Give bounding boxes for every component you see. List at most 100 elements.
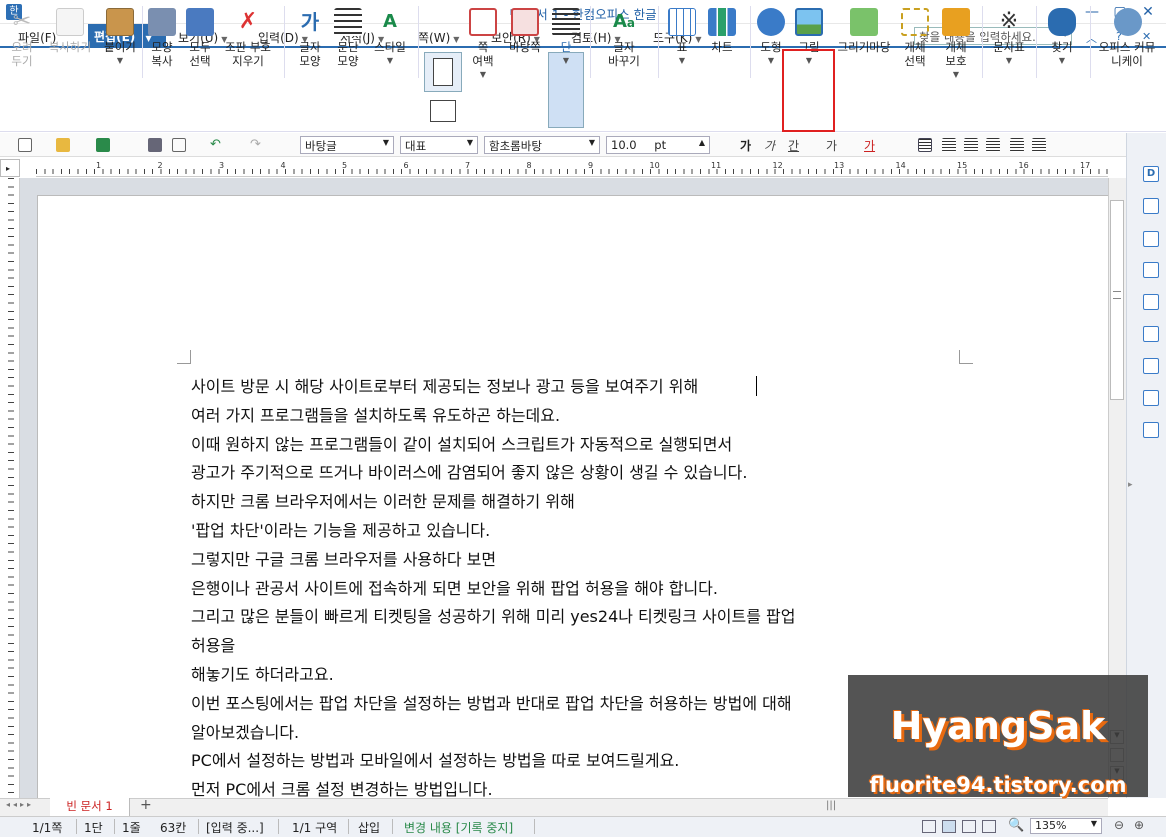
panel-expand-icon[interactable]: ▸ xyxy=(1128,480,1136,496)
drawing-market-button[interactable]: 그리기마당 xyxy=(834,8,894,54)
clear-code-button[interactable]: ✗ 조판 부호 지우기 xyxy=(220,8,276,68)
style-select[interactable]: 바탕글 ▼ xyxy=(300,136,394,154)
text-style-icon[interactable] xyxy=(1143,358,1159,374)
ruler-toggle[interactable]: ▸ xyxy=(0,159,20,177)
doc-line: 은행이나 관공서 사이트에 접속하게 되면 보안을 위해 팝업 허용을 해야 합… xyxy=(191,578,718,598)
margin-corner-tr xyxy=(959,350,973,364)
align-center-icon[interactable] xyxy=(964,138,978,152)
column-icon xyxy=(552,8,580,36)
ruler-ticks xyxy=(36,169,1108,174)
align-right-icon[interactable] xyxy=(986,138,1000,152)
play-icon[interactable] xyxy=(1143,326,1159,342)
justify-icon[interactable] xyxy=(918,138,932,152)
zoom-in-icon[interactable]: ⊕ xyxy=(1134,818,1144,832)
doc-line: 그렇지만 구글 크롬 브라우저를 사용하다 보면 xyxy=(191,549,497,569)
style-icon: A xyxy=(383,11,397,32)
language-select[interactable]: 대표 ▼ xyxy=(400,136,478,154)
paste-button[interactable]: 붙이기 ▼ xyxy=(100,8,140,68)
strike-button[interactable]: 가 xyxy=(826,137,837,154)
doc-info-icon[interactable]: D xyxy=(1143,166,1159,182)
view-page-icon[interactable] xyxy=(942,820,956,833)
divide-icon[interactable] xyxy=(1032,138,1046,152)
doc-line: 그리고 많은 분들이 빠르게 티켓팅을 성공하기 위해 미리 yes24나 티켓… xyxy=(191,607,796,627)
doc-line: 여러 가지 프로그램들을 설치하도록 유도하곤 하는데요. xyxy=(191,405,561,425)
ruler-number: 3 xyxy=(219,161,225,170)
underline-button[interactable]: 간 xyxy=(788,137,799,154)
zoom-out-icon[interactable]: ⊖ xyxy=(1114,818,1124,832)
ruler-number: 13 xyxy=(834,161,845,170)
doc-line: 광고가 주기적으로 뜨거나 바이러스에 감염되어 좋지 않은 상황이 생길 수 … xyxy=(191,463,748,483)
select-all-button[interactable]: 모두 선택 xyxy=(182,8,218,68)
distribute-icon[interactable] xyxy=(1010,138,1024,152)
table-button[interactable]: 표 ▼ xyxy=(664,8,700,68)
find-button[interactable]: 찾기 ▼ xyxy=(1040,8,1084,68)
bold-button[interactable]: 가 xyxy=(740,137,751,154)
bookmark-icon[interactable] xyxy=(1143,390,1159,406)
font-select[interactable]: 함초롬바탕 ▼ xyxy=(484,136,600,154)
char-shape-button[interactable]: 가 글자 모양 xyxy=(290,8,330,68)
doc-line: 알아보겠습니다. xyxy=(191,722,300,742)
hscroll-grip[interactable]: ||| xyxy=(826,800,836,811)
view-web-icon[interactable] xyxy=(962,820,976,833)
ruler-number: 5 xyxy=(342,161,348,170)
font-size-input[interactable]: 10.0 pt ▲ xyxy=(606,136,710,154)
community-button[interactable]: 오피스 커뮤니케이 xyxy=(1094,8,1162,68)
chart-button[interactable]: 차트 xyxy=(702,8,742,54)
watermark-url: fluorite94.tistory.com xyxy=(869,773,1127,797)
view-normal-icon[interactable] xyxy=(922,820,936,833)
doc-line: 해놓기도 하더라고요. xyxy=(191,664,334,684)
redo-icon[interactable]: ↷ xyxy=(250,138,264,152)
tab-doc1[interactable]: 빈 문서 1 xyxy=(50,798,130,816)
format-copy-button[interactable]: 모양 복사 xyxy=(144,8,180,68)
people-icon[interactable] xyxy=(1143,422,1159,438)
new-doc-icon[interactable] xyxy=(18,138,32,152)
status-page[interactable]: 1/1쪽 xyxy=(32,819,62,836)
doc-line: 하지만 크롬 브라우저에서는 이러한 문제를 해결하기 위해 xyxy=(191,492,575,512)
save-icon[interactable] xyxy=(96,138,110,152)
clipboard-icon xyxy=(106,8,134,36)
clipboard-panel-icon[interactable] xyxy=(1143,294,1159,310)
zoom-select[interactable]: 135% ▼ xyxy=(1030,818,1102,834)
table-icon xyxy=(668,8,696,36)
page-setup-icon[interactable] xyxy=(430,100,456,122)
ruler-number: 12 xyxy=(772,161,783,170)
cut-button[interactable]: ✂ 오려 두기 xyxy=(4,8,40,68)
print-icon[interactable] xyxy=(148,138,162,152)
symbol-icon: ※ xyxy=(999,9,1019,34)
preview-icon[interactable] xyxy=(172,138,186,152)
symbol-button[interactable]: ※ 문자표 ▼ xyxy=(986,8,1032,68)
open-folder-icon[interactable] xyxy=(56,138,70,152)
doc-line: 이번 포스팅에서는 팝업 차단을 설정하는 방법과 반대로 팝업 차단을 허용하… xyxy=(191,693,792,713)
char-change-button[interactable]: Aa 글자 바꾸기 xyxy=(598,8,650,68)
status-track-changes[interactable]: 변경 내용 [기록 중지] xyxy=(404,819,513,836)
status-insert[interactable]: 삽입 xyxy=(358,819,380,836)
menu-page[interactable]: 쪽(W) ▼ xyxy=(418,29,459,46)
copy-button[interactable]: 복사하기 xyxy=(44,8,96,54)
background-page-button[interactable]: 바탕쪽 xyxy=(504,8,546,54)
style-button[interactable]: A 스타일 ▼ xyxy=(368,8,412,68)
ruler-number: 14 xyxy=(895,161,906,170)
undo-icon[interactable]: ↶ xyxy=(210,138,224,152)
align-left-icon[interactable] xyxy=(942,138,956,152)
horizontal-ruler[interactable] xyxy=(36,159,1108,177)
tab-nav-icon[interactable]: ◂◂▸▸ xyxy=(6,800,34,809)
ruler-number: 9 xyxy=(588,161,594,170)
page-view-button[interactable] xyxy=(424,52,462,92)
zoom-icon[interactable]: 🔍 xyxy=(1008,818,1024,833)
document-tabbar xyxy=(0,798,1108,816)
ruler-number: 1 xyxy=(96,161,102,170)
list-icon[interactable] xyxy=(1143,198,1159,214)
italic-button[interactable]: 가 xyxy=(764,137,775,154)
document-icon[interactable] xyxy=(1143,262,1159,278)
paragraph-icon xyxy=(334,8,362,36)
scroll-thumb[interactable] xyxy=(1110,200,1124,400)
document-body[interactable]: 사이트 방문 시 해당 사이트로부터 제공되는 정보나 광고 등을 보여주기 위… xyxy=(191,373,959,805)
object-protect-button[interactable]: 개체 보호 ▼ xyxy=(936,8,976,82)
page-margin-button[interactable]: 쪽 여백 ▼ xyxy=(464,8,502,82)
view-outline-icon[interactable] xyxy=(982,820,996,833)
lightning-icon[interactable] xyxy=(1143,231,1159,247)
font-color-button[interactable]: 가 xyxy=(864,137,875,154)
para-shape-button[interactable]: 문단 모양 xyxy=(330,8,366,68)
add-tab-button[interactable]: + xyxy=(140,797,152,813)
object-select-button[interactable]: 개체 선택 xyxy=(896,8,934,68)
